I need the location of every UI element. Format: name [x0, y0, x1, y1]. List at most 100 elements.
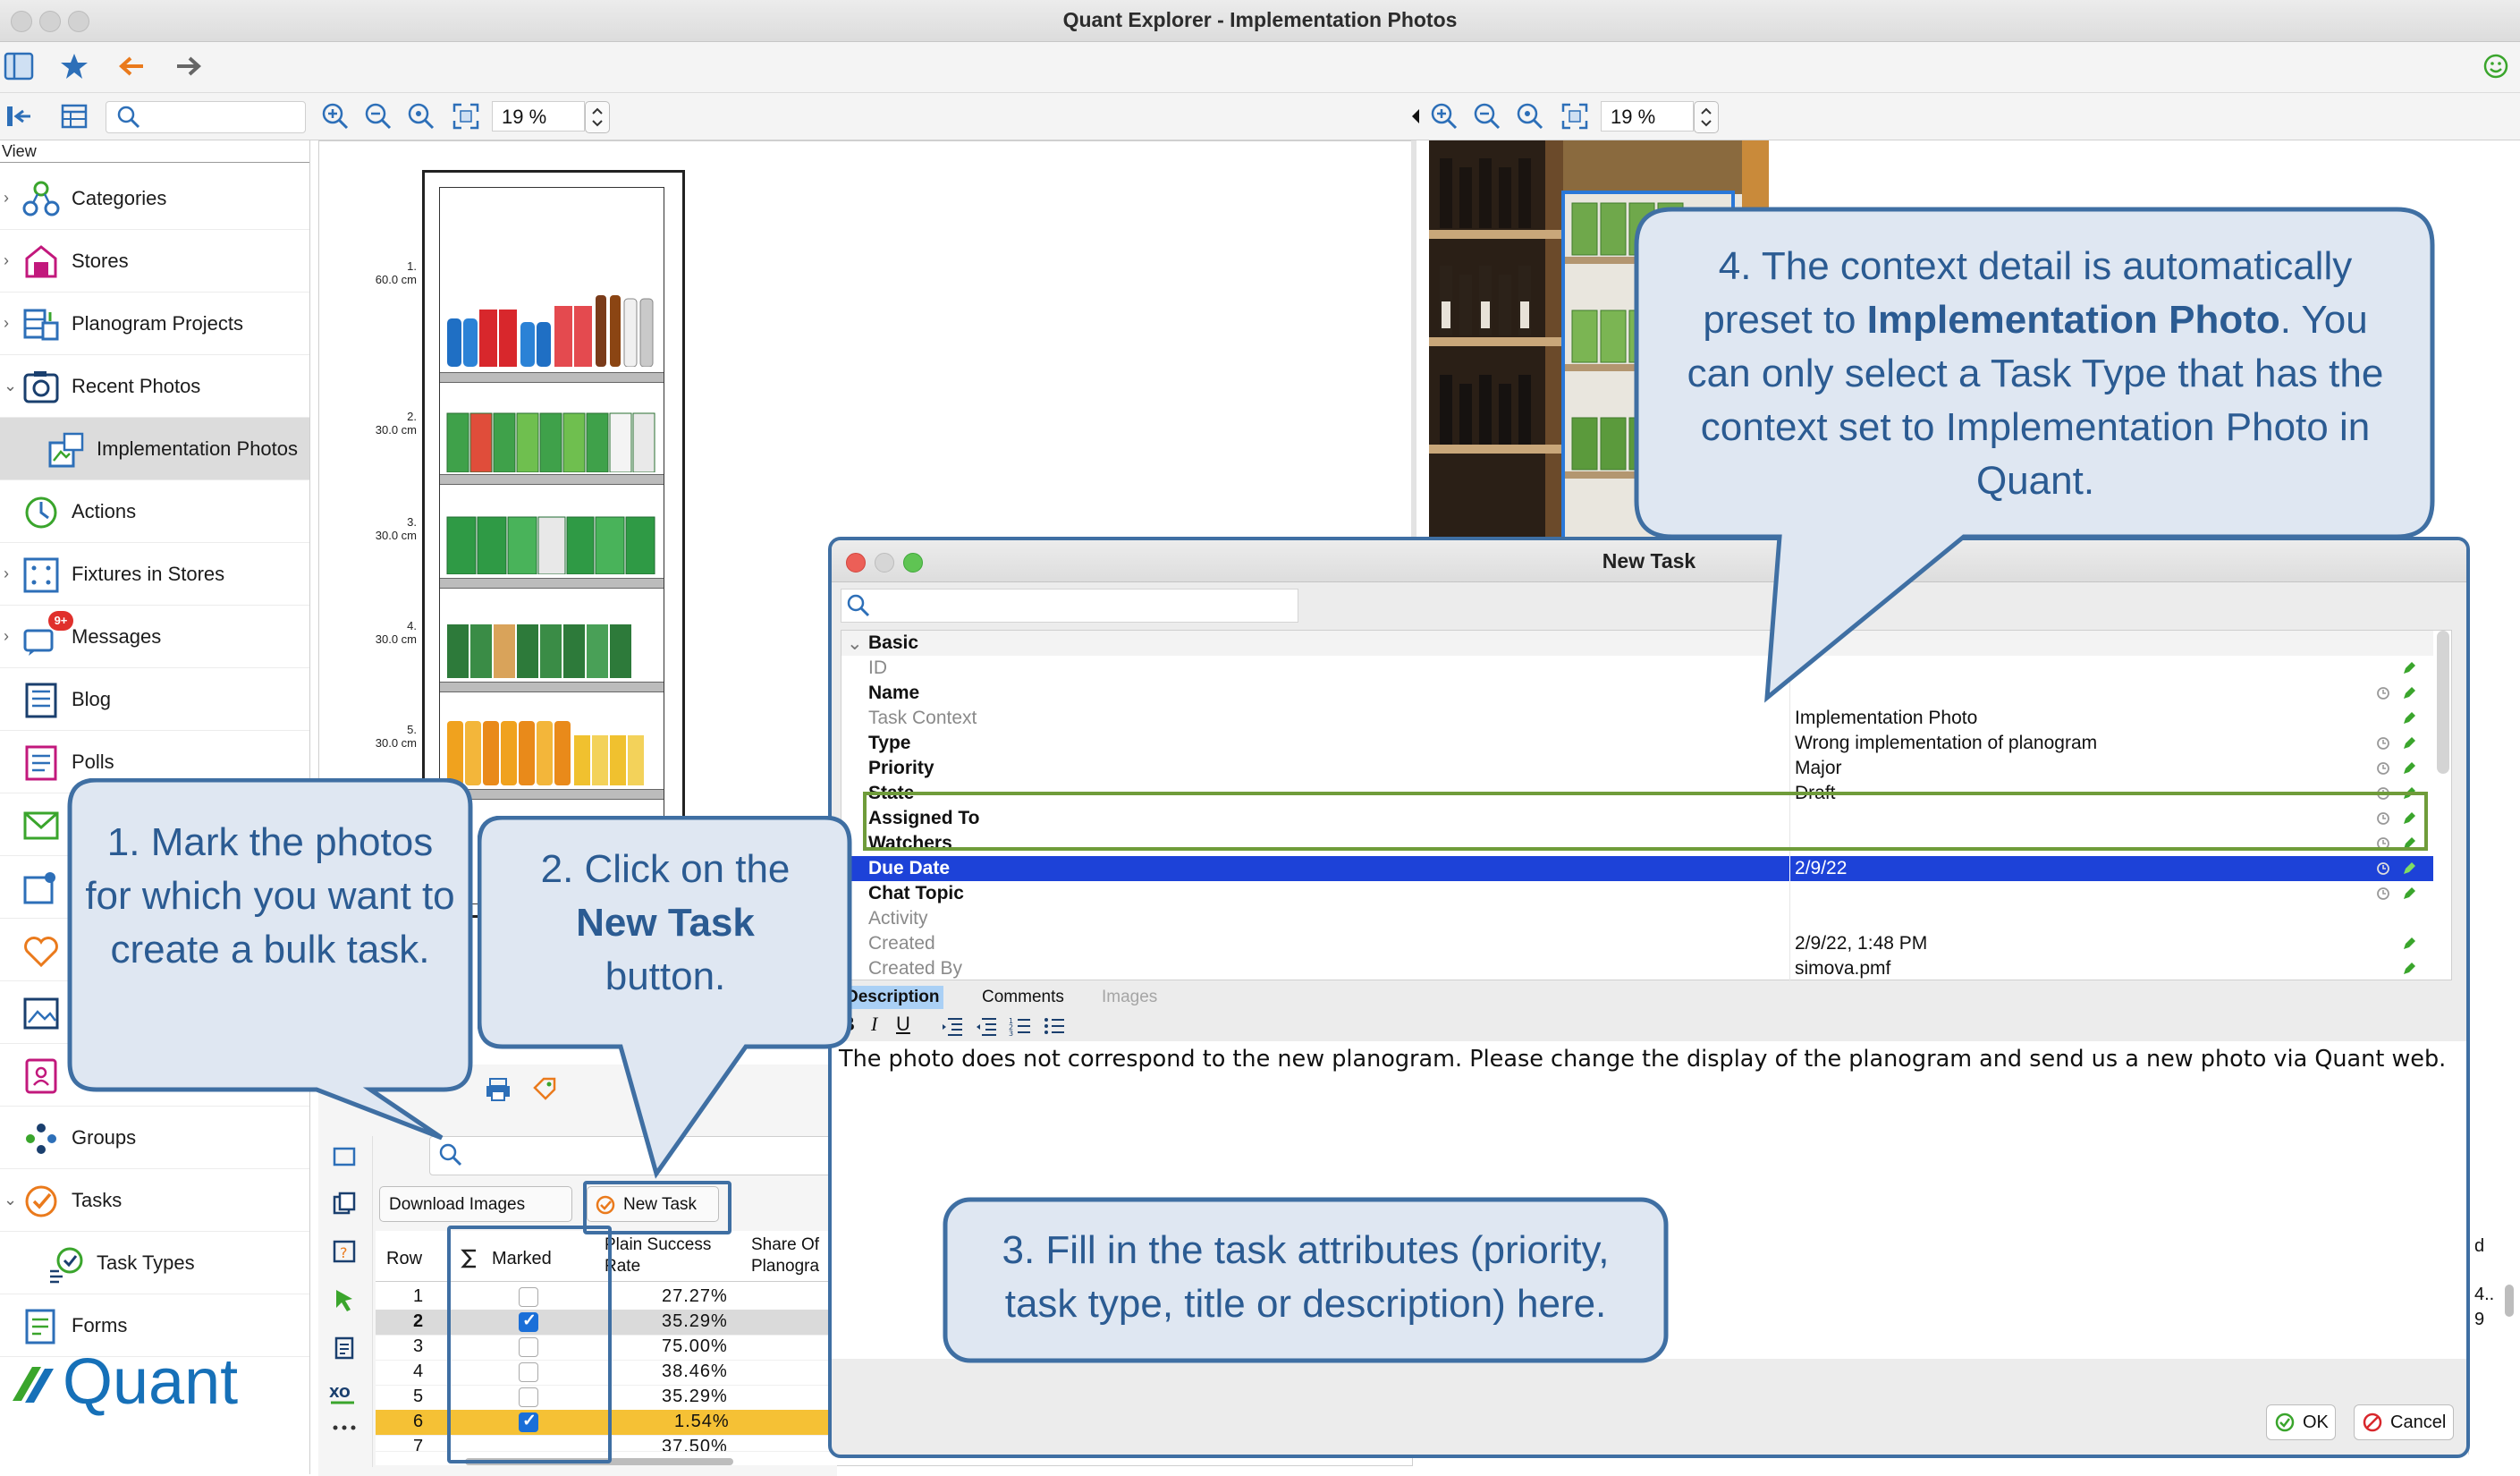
reset-property-icon[interactable]: [2376, 736, 2390, 751]
download-images-label: Download Images: [389, 1195, 526, 1214]
more-icon[interactable]: [331, 1422, 358, 1433]
reset-property-icon[interactable]: [2376, 761, 2390, 776]
column-header-share-of-planogram[interactable]: Share Of Planogra: [751, 1234, 841, 1277]
success-rate: 37.50%: [662, 1437, 728, 1452]
grid-vertical-scrollbar[interactable]: [2505, 1285, 2514, 1317]
sidebar-item-actions[interactable]: Actions: [0, 480, 309, 543]
outdent-icon[interactable]: [941, 1015, 964, 1037]
bullet-list-icon[interactable]: [1043, 1015, 1066, 1037]
sidebar-item-fixtures-in-stores[interactable]: › Fixtures in Stores: [0, 543, 309, 606]
favorites-star-icon[interactable]: [59, 51, 89, 81]
sidebar-toggle-icon[interactable]: [4, 51, 34, 81]
shelf-size: 30.0 cm: [375, 736, 417, 750]
table-view-icon[interactable]: [59, 101, 89, 131]
excel-export-icon[interactable]: XO: [329, 1383, 359, 1410]
download-images-button[interactable]: Download Images: [379, 1186, 572, 1222]
grid-side-toolbar: ? XO: [318, 1136, 373, 1467]
zoom-reset-icon-right[interactable]: [1515, 101, 1545, 131]
chevron-down-icon[interactable]: ⌄: [4, 377, 17, 395]
collapse-left-arrow-icon[interactable]: [1409, 106, 1422, 127]
shelf-board: [440, 578, 664, 589]
numbered-list-icon[interactable]: 123: [1009, 1015, 1032, 1037]
edit-property-icon[interactable]: [2401, 936, 2417, 952]
right-zoom-stepper[interactable]: [1694, 101, 1719, 133]
indent-icon[interactable]: [975, 1015, 998, 1037]
prop-row-activity[interactable]: Activity: [841, 906, 2433, 931]
edit-property-icon[interactable]: [2401, 861, 2417, 877]
tree-collapse-icon[interactable]: [4, 101, 34, 131]
sidebar-item-categories[interactable]: › Categories: [0, 167, 309, 230]
copy-icon[interactable]: [331, 1190, 358, 1217]
forward-arrow-icon[interactable]: [173, 51, 204, 81]
prop-row-created-by[interactable]: Created By simova.pmf: [841, 956, 2433, 981]
prop-row-priority[interactable]: Priority Major: [841, 756, 2433, 781]
right-column-value: 4..: [2474, 1285, 2495, 1304]
smiley-icon[interactable]: [2482, 53, 2509, 80]
tab-comments[interactable]: Comments: [978, 986, 1068, 1009]
chevron-right-icon[interactable]: ›: [4, 564, 9, 583]
row-number: 1: [413, 1286, 424, 1306]
sidebar-item-tasks[interactable]: ⌄ Tasks: [0, 1169, 309, 1232]
chevron-right-icon[interactable]: ›: [4, 314, 9, 333]
prop-row-chat-topic[interactable]: Chat Topic: [841, 881, 2433, 906]
prop-row-due-date[interactable]: Due Date 2/9/22: [841, 856, 2433, 881]
reset-property-icon[interactable]: [2376, 886, 2390, 901]
sidebar-item-stores[interactable]: › Stores: [0, 230, 309, 293]
zoom-out-icon[interactable]: [363, 101, 393, 131]
fit-to-screen-icon-right[interactable]: [1560, 101, 1590, 131]
dialog-close-button[interactable]: [846, 553, 866, 573]
edit-property-icon[interactable]: [2401, 760, 2417, 776]
split-divider[interactable]: [1411, 140, 1416, 543]
chevron-right-icon[interactable]: ›: [4, 251, 9, 270]
help-icon[interactable]: ?: [331, 1238, 358, 1265]
dialog-minimize-button[interactable]: [875, 553, 894, 573]
prop-row-task-context[interactable]: Task Context Implementation Photo: [841, 706, 2433, 731]
edit-property-icon[interactable]: [2401, 710, 2417, 726]
italic-icon[interactable]: I: [871, 1013, 877, 1036]
column-header-row[interactable]: Row: [386, 1249, 422, 1269]
column-header-plain-success-rate[interactable]: Plain Success Rate: [605, 1234, 748, 1277]
prop-value[interactable]: 2/9/22: [1795, 858, 1847, 879]
sidebar-search-input[interactable]: [106, 101, 306, 133]
tab-images[interactable]: Images: [1098, 986, 1161, 1009]
sidebar-item-messages[interactable]: › 9+ Messages: [0, 606, 309, 668]
prop-row-created[interactable]: Created 2/9/22, 1:48 PM: [841, 931, 2433, 956]
underline-icon[interactable]: U: [896, 1013, 910, 1036]
tab-description[interactable]: Description: [842, 986, 943, 1009]
property-grid-scrollbar[interactable]: [2437, 631, 2449, 774]
shelf-board: [440, 474, 664, 485]
sidebar-item-planogram-projects[interactable]: › Planogram Projects: [0, 293, 309, 355]
new-task-button-highlight: [583, 1181, 731, 1234]
left-zoom-level[interactable]: 19 %: [492, 101, 585, 131]
document-icon[interactable]: [331, 1335, 358, 1361]
zoom-out-icon-right[interactable]: [1472, 101, 1502, 131]
cursor-icon[interactable]: [331, 1286, 358, 1313]
edit-property-icon[interactable]: [2401, 961, 2417, 977]
back-arrow-icon[interactable]: [116, 51, 147, 81]
zoom-in-icon-right[interactable]: [1429, 101, 1459, 131]
prop-row-type[interactable]: Type Wrong implementation of planogram: [841, 731, 2433, 756]
chevron-right-icon[interactable]: ›: [4, 627, 9, 646]
chevron-right-icon[interactable]: ›: [4, 189, 9, 208]
sidebar-item-blog[interactable]: Blog: [0, 668, 309, 731]
chevron-down-icon[interactable]: ⌄: [4, 1191, 17, 1209]
left-zoom-stepper[interactable]: [585, 101, 610, 133]
forms-icon: [25, 1309, 55, 1345]
fit-to-screen-icon[interactable]: [451, 101, 481, 131]
right-zoom-level[interactable]: 19 %: [1601, 101, 1694, 131]
zoom-in-icon[interactable]: [320, 101, 351, 131]
ok-button[interactable]: OK: [2266, 1404, 2336, 1440]
edit-property-icon[interactable]: [2401, 886, 2417, 902]
sidebar-item-implementation-photos[interactable]: Implementation Photos: [0, 418, 309, 480]
chevron-down-icon[interactable]: ⌄: [847, 632, 863, 655]
sidebar-item-task-types[interactable]: Task Types: [0, 1232, 309, 1294]
property-search-input[interactable]: [841, 589, 1298, 623]
shelf-2-products: [445, 410, 658, 472]
dialog-zoom-button[interactable]: [903, 553, 923, 573]
shelf-number: 2.: [407, 410, 417, 423]
reset-property-icon[interactable]: [2376, 861, 2390, 876]
sidebar-item-recent-photos[interactable]: ⌄ Recent Photos: [0, 355, 309, 418]
edit-property-icon[interactable]: [2401, 735, 2417, 751]
cancel-button[interactable]: Cancel: [2354, 1404, 2454, 1440]
zoom-reset-icon[interactable]: [406, 101, 436, 131]
